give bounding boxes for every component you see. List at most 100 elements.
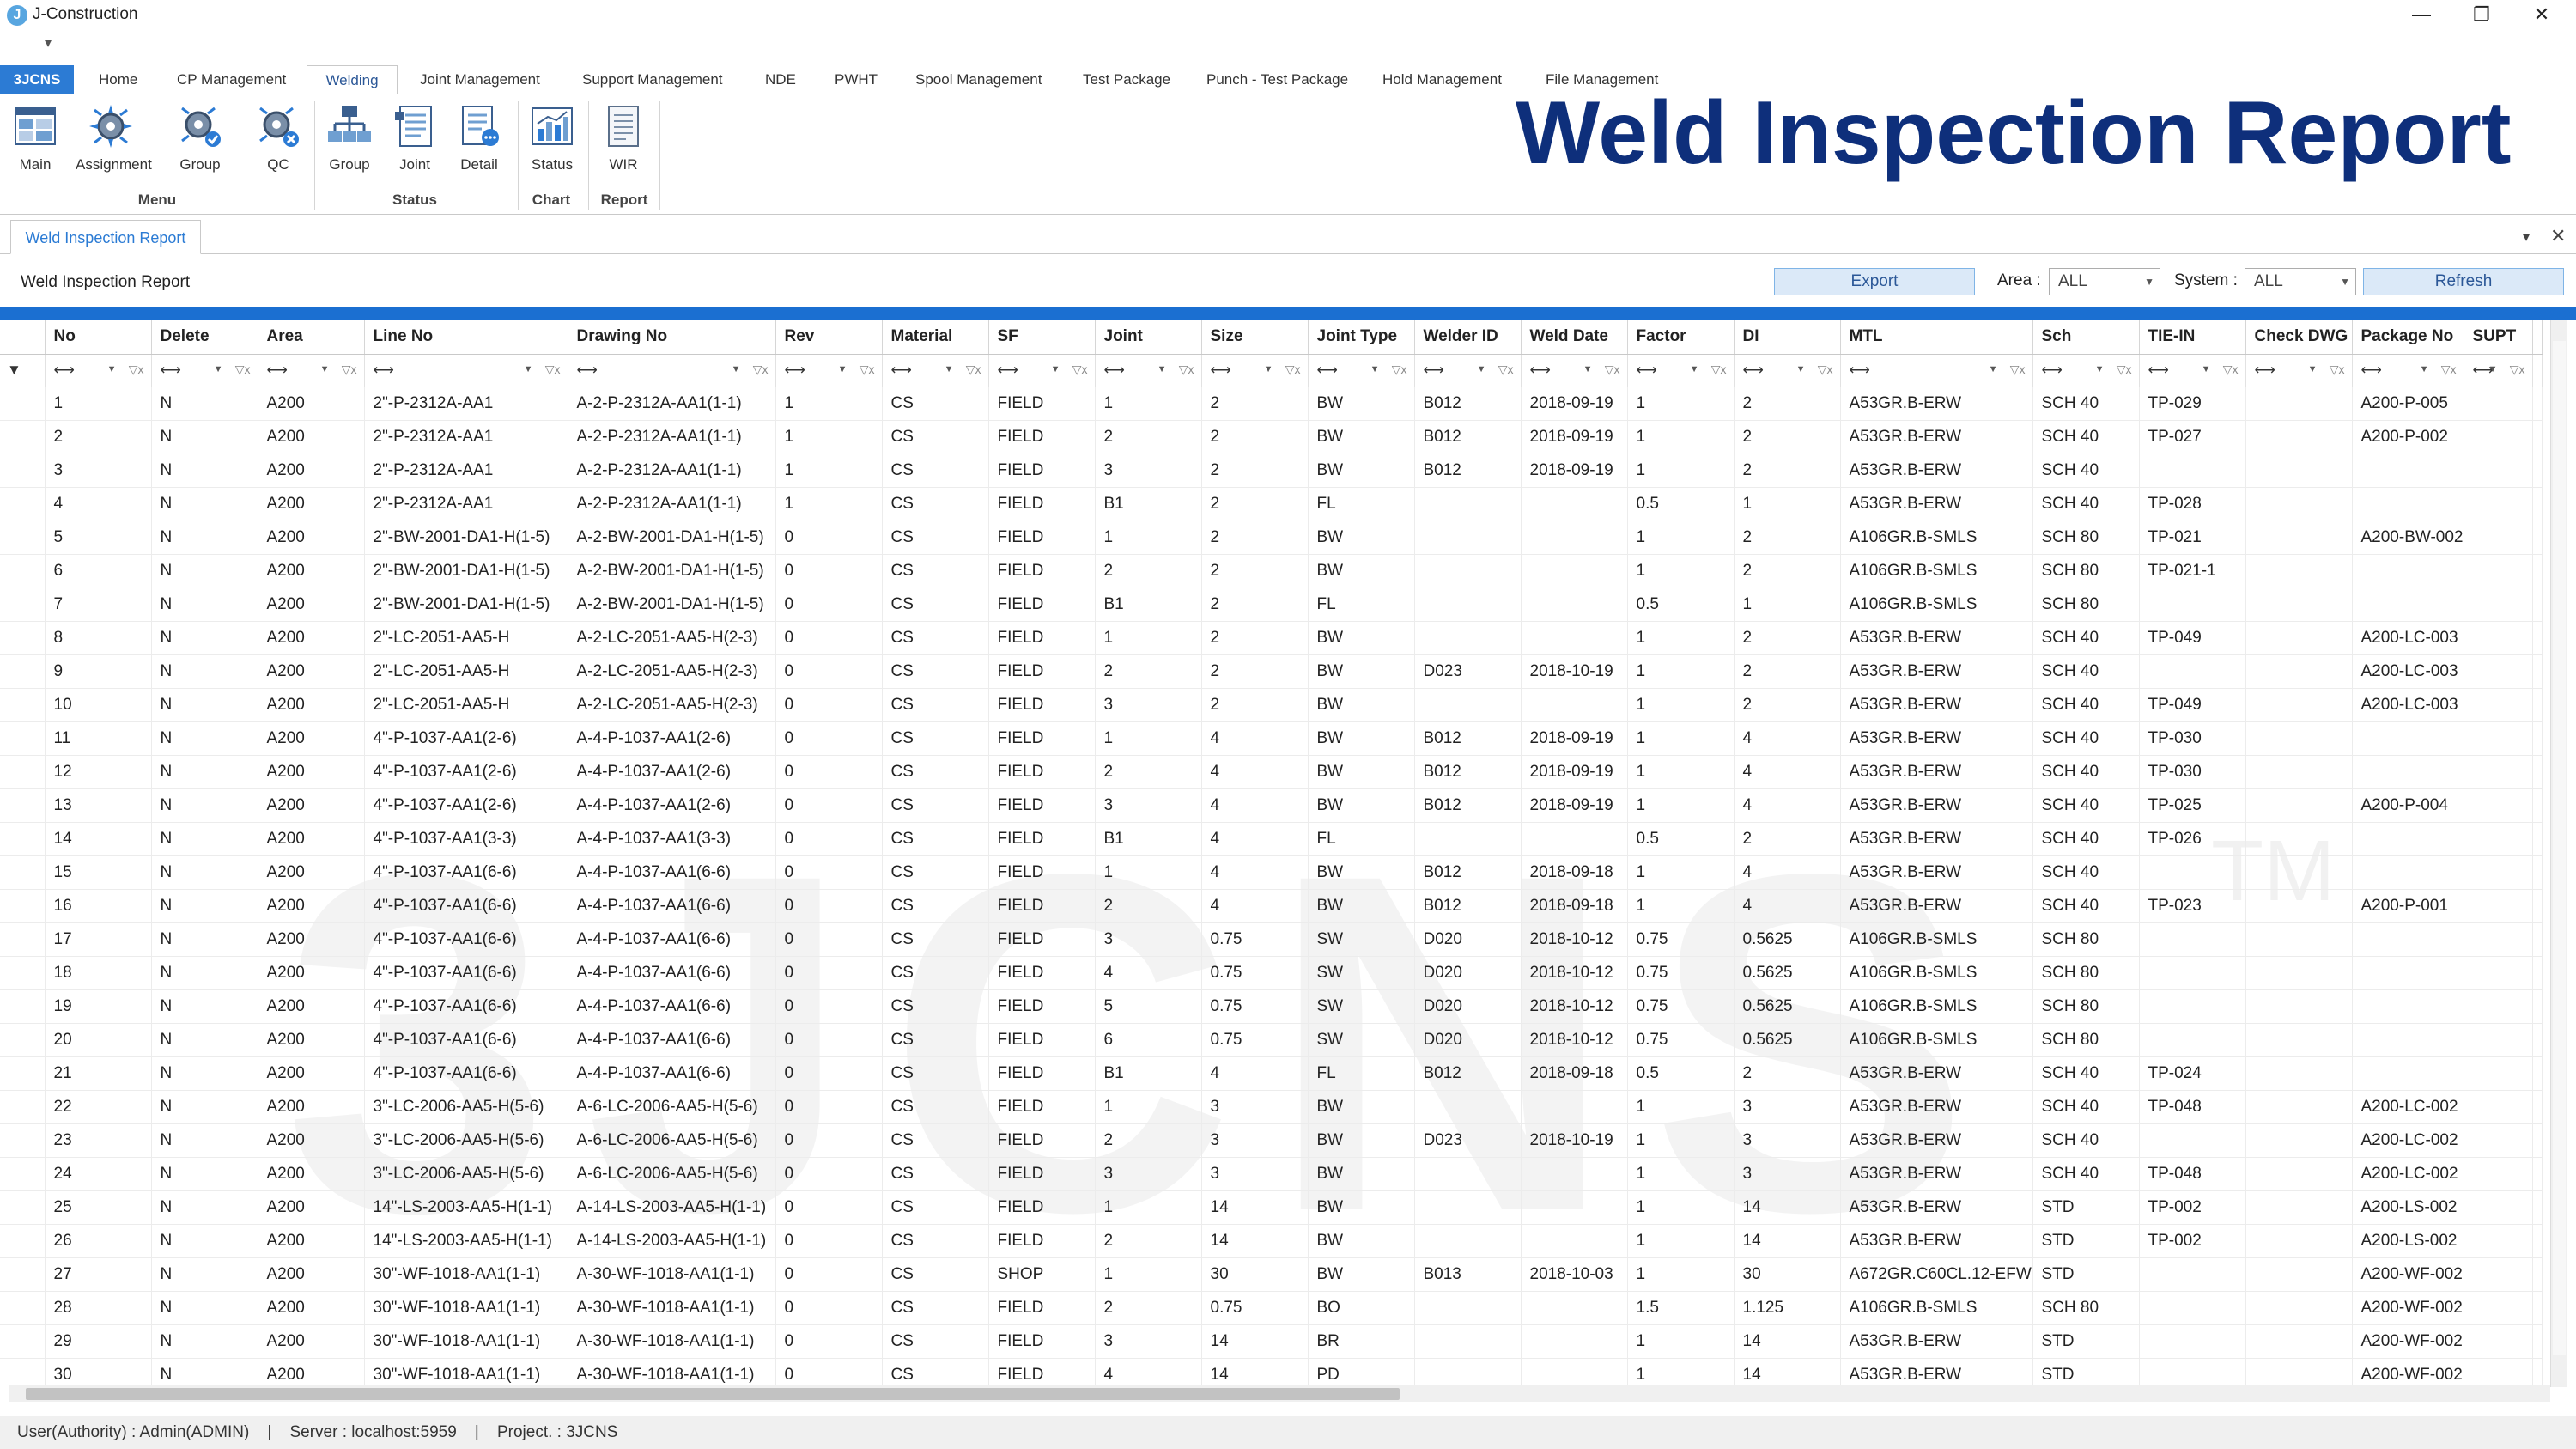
table-cell[interactable]: FL — [1308, 1056, 1415, 1091]
column-filter-cell[interactable]: ⟷ ▼ ▽x — [2464, 354, 2533, 387]
table-cell[interactable] — [2464, 822, 2533, 856]
assignment-button[interactable]: Assignment — [76, 103, 152, 185]
table-cell[interactable]: A200 — [258, 922, 365, 957]
table-cell[interactable]: A-6-LC-2006-AA5-H(5-6) — [568, 1157, 776, 1191]
column-filter-cell[interactable]: ⟷ ▼ ▽x — [151, 354, 258, 387]
clear-filter-icon[interactable]: ▽x — [966, 362, 981, 377]
table-cell[interactable]: STD — [2032, 1257, 2140, 1292]
table-cell[interactable] — [1521, 621, 1628, 655]
chevron-down-icon[interactable]: ▼ — [2308, 364, 2318, 374]
table-cell[interactable]: 2"-LC-2051-AA5-H — [364, 654, 568, 689]
table-cell[interactable]: 30"-WF-1018-AA1(1-1) — [364, 1257, 568, 1292]
table-cell[interactable]: SCH 80 — [2032, 554, 2140, 588]
table-cell[interactable]: N — [151, 1123, 258, 1158]
table-cell[interactable] — [2245, 788, 2353, 823]
table-cell[interactable]: BW — [1308, 1090, 1415, 1124]
table-cell[interactable]: BW — [1308, 1257, 1415, 1292]
table-cell[interactable]: 3 — [1095, 1324, 1202, 1359]
table-cell[interactable] — [2245, 454, 2353, 488]
row-selector[interactable] — [0, 688, 46, 722]
table-cell[interactable]: N — [151, 1056, 258, 1091]
table-cell[interactable]: CS — [882, 621, 989, 655]
filter-operator-icon[interactable]: ⟷ — [374, 362, 394, 378]
row-selector[interactable] — [0, 1123, 46, 1158]
table-cell[interactable]: 3 — [1201, 1157, 1309, 1191]
column-header[interactable]: SF — [988, 320, 1096, 355]
table-cell[interactable]: CS — [882, 989, 989, 1024]
table-row[interactable]: 16 N A200 4"-P-1037-AA1(6-6) A-4-P-1037-AA1(… — [0, 889, 2543, 923]
table-cell[interactable] — [2245, 721, 2353, 756]
column-header[interactable]: No — [45, 320, 152, 355]
detail-button[interactable]: Detail — [445, 103, 513, 185]
table-cell[interactable]: 0 — [775, 755, 883, 789]
table-cell[interactable] — [1521, 688, 1628, 722]
clear-filter-icon[interactable]: ▽x — [2223, 362, 2239, 377]
table-cell[interactable] — [2464, 956, 2533, 990]
table-cell[interactable]: N — [151, 721, 258, 756]
table-cell[interactable]: A53GR.B-ERW — [1840, 688, 2033, 722]
table-cell[interactable]: BO — [1308, 1291, 1415, 1325]
table-cell[interactable] — [2245, 922, 2353, 957]
table-cell[interactable]: 1 — [1095, 1257, 1202, 1292]
table-cell[interactable]: 18 — [45, 956, 152, 990]
column-header[interactable]: Package No — [2352, 320, 2464, 355]
table-cell[interactable]: 4 — [1734, 721, 1841, 756]
table-cell[interactable]: 25 — [45, 1190, 152, 1225]
table-cell[interactable]: N — [151, 1190, 258, 1225]
table-cell[interactable]: A200 — [258, 822, 365, 856]
table-cell[interactable]: 0 — [775, 1257, 883, 1292]
table-cell[interactable]: 0 — [775, 822, 883, 856]
table-cell[interactable]: 0 — [775, 1291, 883, 1325]
table-cell[interactable] — [2464, 588, 2533, 622]
table-cell[interactable] — [2464, 387, 2533, 421]
table-cell[interactable]: 2 — [1095, 1123, 1202, 1158]
table-cell[interactable]: STD — [2032, 1358, 2140, 1387]
chevron-down-icon[interactable]: ▼ — [1051, 364, 1060, 374]
row-selector[interactable] — [0, 1324, 46, 1359]
column-header[interactable]: TIE-IN — [2139, 320, 2246, 355]
table-cell[interactable]: A200 — [258, 855, 365, 890]
table-cell[interactable]: A200 — [258, 755, 365, 789]
table-cell[interactable]: 1 — [1627, 454, 1735, 488]
table-cell[interactable]: TP-049 — [2139, 688, 2246, 722]
table-cell[interactable]: 1.5 — [1627, 1291, 1735, 1325]
table-cell[interactable] — [1414, 487, 1522, 521]
table-cell[interactable]: 1 — [1627, 1358, 1735, 1387]
table-cell[interactable]: SCH 80 — [2032, 989, 2140, 1024]
table-cell[interactable]: A53GR.B-ERW — [1840, 721, 2033, 756]
table-cell[interactable]: A200 — [258, 387, 365, 421]
column-filter-cell[interactable]: ⟷ ▼ ▽x — [775, 354, 883, 387]
table-cell[interactable]: CS — [882, 1023, 989, 1057]
table-cell[interactable]: B012 — [1414, 721, 1522, 756]
table-cell[interactable]: CS — [882, 554, 989, 588]
table-cell[interactable]: TP-002 — [2139, 1224, 2246, 1258]
table-cell[interactable]: TP-023 — [2139, 889, 2246, 923]
table-cell[interactable] — [1414, 1291, 1522, 1325]
table-cell[interactable]: B012 — [1414, 1056, 1522, 1091]
table-cell[interactable]: SCH 40 — [2032, 755, 2140, 789]
chevron-down-icon[interactable]: ▼ — [1796, 364, 1806, 374]
filter-operator-icon[interactable]: ⟷ — [998, 362, 1018, 378]
status-group-button[interactable]: Group — [315, 103, 384, 185]
table-row[interactable]: 21 N A200 4"-P-1037-AA1(6-6) A-4-P-1037-AA1(… — [0, 1056, 2543, 1091]
table-cell[interactable] — [2464, 889, 2533, 923]
table-row[interactable]: 1 N A200 2"-P-2312A-AA1 A-2-P-2312A-AA1(1-1)… — [0, 387, 2543, 421]
table-cell[interactable] — [2352, 487, 2464, 521]
table-cell[interactable]: FL — [1308, 822, 1415, 856]
table-cell[interactable]: 0 — [775, 1123, 883, 1158]
table-row[interactable]: 24 N A200 3"-LC-2006-AA5-H(5-6) A-6-LC-2006-… — [0, 1157, 2543, 1191]
table-cell[interactable]: N — [151, 588, 258, 622]
tab-home[interactable]: Home — [99, 65, 137, 94]
table-cell[interactable]: SCH 40 — [2032, 387, 2140, 421]
table-cell[interactable] — [2464, 1257, 2533, 1292]
table-cell[interactable]: A-2-BW-2001-DA1-H(1-5) — [568, 554, 776, 588]
table-cell[interactable]: A200-LC-003 — [2352, 621, 2464, 655]
table-cell[interactable]: 2 — [1201, 521, 1309, 555]
table-cell[interactable]: A53GR.B-ERW — [1840, 420, 2033, 454]
filter-operator-icon[interactable]: ⟷ — [891, 362, 912, 378]
table-cell[interactable]: FIELD — [988, 554, 1096, 588]
table-cell[interactable]: SCH 40 — [2032, 822, 2140, 856]
table-cell[interactable]: SCH 40 — [2032, 721, 2140, 756]
table-cell[interactable]: 3 — [45, 454, 152, 488]
row-selector[interactable] — [0, 956, 46, 990]
